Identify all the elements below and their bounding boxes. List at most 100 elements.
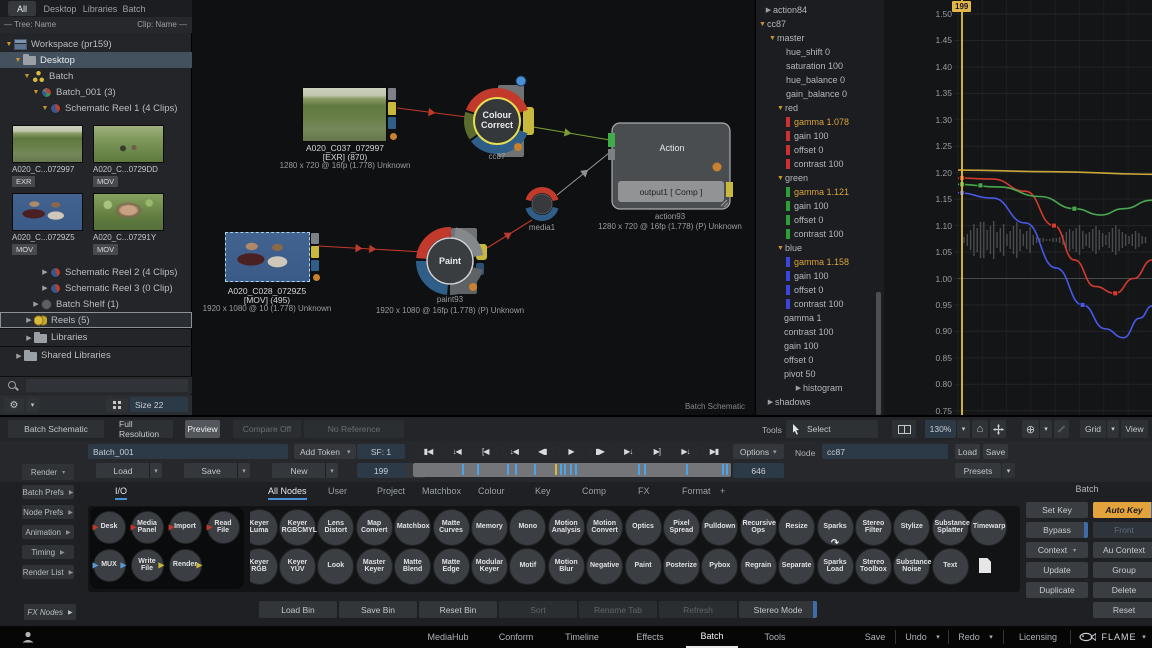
channel-row-gamma[interactable]: gamma 1.158 xyxy=(756,255,884,269)
collapse-arrow-icon[interactable]: ▶ xyxy=(24,316,34,324)
tree-item-schematic-reel-2-4-clips-[interactable]: ▶Schematic Reel 2 (4 Clips) xyxy=(0,264,192,280)
new-setup-button[interactable]: New▾ xyxy=(272,463,338,478)
front-button[interactable]: Front xyxy=(1093,522,1152,538)
tree-item-batch[interactable]: ▼Batch xyxy=(0,68,192,84)
transport-button-3[interactable]: ↓◀ xyxy=(501,444,527,459)
expand-arrow-icon[interactable]: ▼ xyxy=(40,105,50,112)
save-button-global[interactable]: Save xyxy=(858,626,892,648)
bin-tab-key[interactable]: Key xyxy=(535,486,551,496)
channel-row-action84[interactable]: ▶action84 xyxy=(756,3,884,17)
collapse-arrow-icon[interactable]: ▶ xyxy=(40,268,50,276)
transport-button-2[interactable]: [◀ xyxy=(472,444,498,459)
batch-prefs-button[interactable]: Batch Prefs▶ xyxy=(22,485,74,499)
thumbnail-view-icon[interactable] xyxy=(106,398,128,412)
tree-item-schematic-reel-3-0-clip-[interactable]: ▶Schematic Reel 3 (0 Clip) xyxy=(0,280,192,296)
resolution-dropdown[interactable]: Full Resolution xyxy=(119,420,173,438)
node-resize[interactable]: Resize xyxy=(778,509,815,546)
bin-tab-project[interactable]: Project xyxy=(377,486,405,496)
channel-row-hue_shift[interactable]: hue_shift 0 xyxy=(756,45,884,59)
notes-page-icon[interactable] xyxy=(979,558,991,573)
pan-tool-icon[interactable] xyxy=(990,420,1006,438)
clip-tab-out[interactable] xyxy=(388,102,396,115)
expand-arrow-icon[interactable]: ▼ xyxy=(4,41,14,48)
batch-name-field[interactable]: Batch_001 xyxy=(88,444,288,459)
node-master-keyer[interactable]: Master Keyer xyxy=(356,548,393,585)
load-bin-button[interactable]: Load Bin xyxy=(259,601,337,618)
clip-thumbnail[interactable] xyxy=(12,125,83,163)
timebar[interactable] xyxy=(413,463,731,477)
view-dropdown[interactable]: View xyxy=(1121,420,1148,438)
expanded-arrow-icon[interactable]: ▼ xyxy=(776,105,785,112)
au-context-button[interactable]: Au Context xyxy=(1093,542,1152,558)
group-button[interactable]: Group xyxy=(1093,562,1152,578)
tab-libraries[interactable]: Libraries xyxy=(84,1,116,16)
transport-button-9[interactable]: ▶↓ xyxy=(672,444,698,459)
home-view-icon[interactable]: ⌂ xyxy=(972,420,988,438)
brand-dropdown[interactable]: ▾ xyxy=(1138,626,1150,648)
expand-arrow-icon[interactable]: ▼ xyxy=(22,73,32,80)
app-tab-effects[interactable]: Effects xyxy=(628,626,672,648)
node-memory[interactable]: Memory xyxy=(471,509,508,546)
bin-tab-matchbox[interactable]: Matchbox xyxy=(422,486,461,496)
load-setup-button[interactable]: Load▾ xyxy=(96,463,162,478)
node-motif[interactable]: Motif xyxy=(509,548,546,585)
app-tab-tools[interactable]: Tools xyxy=(756,626,794,648)
node-paint[interactable]: Paint xyxy=(625,548,662,585)
node-prefs-button[interactable]: Node Prefs▶ xyxy=(22,505,74,519)
node-load-button[interactable]: Load xyxy=(955,444,980,459)
refresh-button[interactable]: Refresh xyxy=(659,601,737,618)
channel-row-histogram[interactable]: ▶histogram xyxy=(756,381,884,395)
tree-item-schematic-reel-1-4-clips-[interactable]: ▼Schematic Reel 1 (4 Clips) xyxy=(0,100,192,116)
node-sparks-load[interactable]: Sparks Load↷ xyxy=(817,548,854,585)
focus-dropdown[interactable]: ▾ xyxy=(1040,420,1052,438)
app-tab-batch[interactable]: Batch xyxy=(686,626,738,648)
node-look[interactable]: Look xyxy=(317,548,354,585)
expand-arrow-icon[interactable]: ▼ xyxy=(31,89,41,96)
save-bin-button[interactable]: Save Bin xyxy=(339,601,417,618)
tab-io[interactable]: I/O xyxy=(115,486,127,500)
transport-button-4[interactable]: ◀▮ xyxy=(529,444,555,459)
bin-tab-format[interactable]: Format xyxy=(682,486,711,496)
transport-button-10[interactable]: ▶▮ xyxy=(701,444,727,459)
node-separate[interactable]: Separate xyxy=(778,548,815,585)
channel-row-shadows[interactable]: ▶shadows xyxy=(756,395,884,409)
tree-item-libraries[interactable]: ▶Libraries xyxy=(0,328,192,346)
clip-tab-gray[interactable] xyxy=(388,88,396,100)
save-setup-button[interactable]: Save▾ xyxy=(184,463,250,478)
paint-node[interactable]: Paint xyxy=(420,256,480,266)
presets-arrow[interactable]: ▾ xyxy=(1002,463,1015,478)
app-tab-mediahub[interactable]: MediaHub xyxy=(418,626,478,648)
user-icon[interactable] xyxy=(22,631,34,643)
search-input[interactable] xyxy=(26,379,188,392)
tree-item-reels-5-[interactable]: ▶Reels (5) xyxy=(0,312,192,328)
node-recursive-ops[interactable]: Recursive Ops xyxy=(740,509,777,546)
gear-icon[interactable]: ⚙ xyxy=(4,398,24,412)
clip-thumbnail[interactable] xyxy=(12,193,83,231)
render-button[interactable]: Render▾ xyxy=(22,464,74,480)
node-map-convert[interactable]: Map Convert xyxy=(356,509,393,546)
bin-tab-fx[interactable]: FX xyxy=(638,486,650,496)
channel-row-contrast[interactable]: contrast 100 xyxy=(756,297,884,311)
io-node-media-panel[interactable]: Media Panel▶ xyxy=(131,511,164,544)
transport-button-5[interactable]: ▶ xyxy=(558,444,584,459)
node-stylize[interactable]: Stylize xyxy=(893,509,930,546)
view-mode-dropdown[interactable]: Batch Schematic xyxy=(8,420,104,438)
dual-view-icon[interactable] xyxy=(892,420,916,438)
rename-tab-button[interactable]: Rename Tab xyxy=(579,601,657,618)
transport-button-8[interactable]: ▶] xyxy=(644,444,670,459)
channel-row-offset[interactable]: offset 0 xyxy=(756,213,884,227)
channel-row-cc87[interactable]: ▼cc87 xyxy=(756,17,884,31)
tab-batch[interactable]: Batch xyxy=(122,1,146,16)
focus-target-icon[interactable]: ⊕ xyxy=(1022,420,1039,438)
render-list-button[interactable]: Render List▶ xyxy=(22,565,74,579)
transport-button-1[interactable]: ↓◀ xyxy=(444,444,470,459)
current-frame-field[interactable]: 199 xyxy=(357,463,405,478)
channel-row-red[interactable]: ▼red xyxy=(756,101,884,115)
bypass-button[interactable]: Bypass xyxy=(1026,522,1088,538)
sort-button[interactable]: Sort xyxy=(499,601,577,618)
action-output-tab[interactable] xyxy=(726,182,733,197)
clip2-tab-out[interactable] xyxy=(311,246,319,258)
channel-row-gamma[interactable]: gamma 1.078 xyxy=(756,115,884,129)
animation-button[interactable]: Animation▶ xyxy=(22,525,74,539)
channel-row-offset[interactable]: offset 0 xyxy=(756,283,884,297)
